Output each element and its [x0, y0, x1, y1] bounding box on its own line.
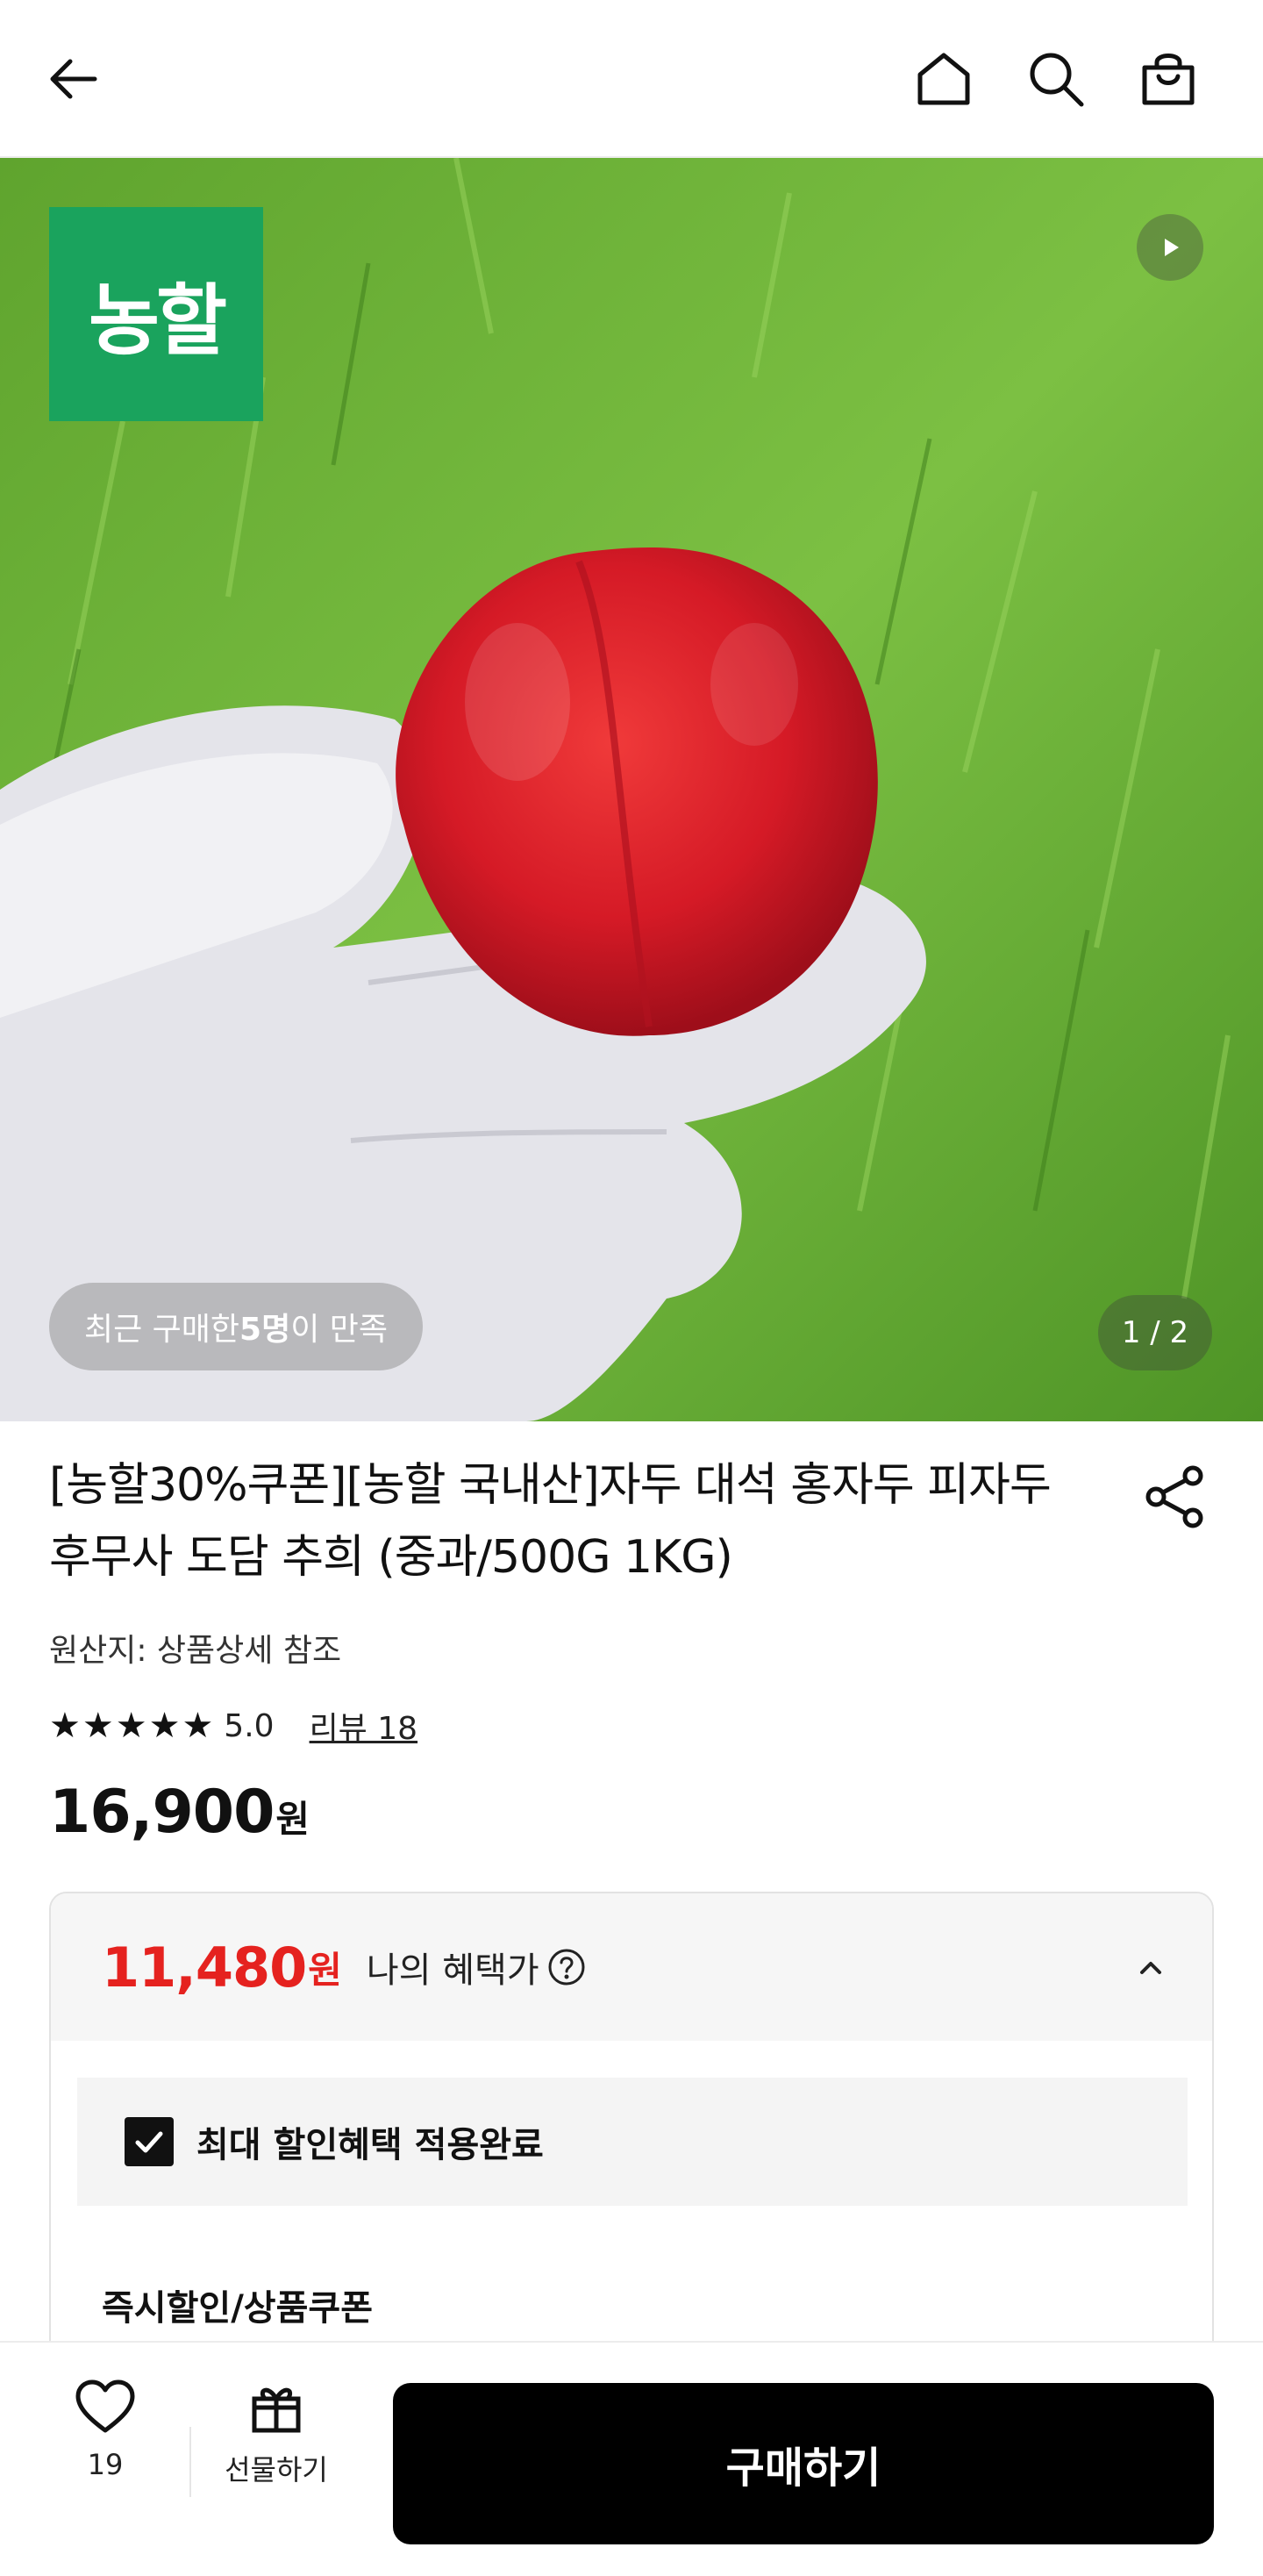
gift-label: 선물하기 — [225, 2453, 328, 2487]
share-icon — [1145, 1465, 1203, 1528]
instant-discount-heading: 즉시할인/상품쿠폰 — [102, 2288, 374, 2329]
image-pager: 1 / 2 — [1098, 1295, 1212, 1370]
bottom-action-bar: 19 선물하기 구매하기 — [0, 2341, 1263, 2576]
rating-stars: ★ ★ ★ ★ ★ — [49, 1708, 213, 1743]
top-navigation-bar — [0, 0, 1263, 158]
benefit-price: 11,480 — [102, 1935, 307, 2000]
star-icon: ★ — [115, 1706, 147, 1746]
rating-value: 5.0 — [224, 1707, 275, 1744]
applied-label: 최대 할인혜택 적용완료 — [196, 2125, 544, 2165]
search-button[interactable] — [1016, 39, 1096, 119]
heart-icon — [75, 2379, 135, 2433]
buy-button[interactable]: 구매하기 — [393, 2383, 1214, 2544]
cart-button[interactable] — [1128, 39, 1209, 119]
shopping-bag-icon — [1142, 54, 1195, 105]
wishlist-button[interactable]: 19 — [53, 2378, 158, 2509]
star-icon: ★ — [82, 1706, 114, 1746]
wishlist-count: 19 — [87, 2448, 124, 2481]
star-icon: ★ — [49, 1706, 81, 1746]
benefit-header[interactable]: 11,480 원 나의 혜택가 — [51, 1893, 1212, 2041]
price-value: 16,900 — [49, 1778, 275, 1847]
gift-icon — [252, 2387, 301, 2433]
help-icon[interactable] — [546, 1947, 587, 1987]
home-button[interactable] — [903, 39, 984, 119]
product-page: 농할 최근 구매한 5명 이 만족 1 / 2 [농할30%쿠폰][농할 국내산… — [0, 0, 1263, 2576]
checkmark-icon — [135, 2131, 163, 2153]
price-unit: 원 — [275, 1798, 310, 1841]
brand-logo-text: 농할 — [89, 275, 227, 366]
benefit-label: 나의 혜택가 — [366, 1950, 539, 1991]
satisfaction-badge: 최근 구매한 5명 이 만족 — [49, 1283, 424, 1370]
share-button[interactable] — [1138, 1460, 1212, 1534]
gift-button[interactable]: 선물하기 — [219, 2378, 333, 2509]
search-icon — [1030, 53, 1084, 107]
arrow-left-icon — [50, 59, 97, 99]
bottom-divider — [189, 2427, 191, 2497]
max-discount-applied: 최대 할인혜택 적용완료 — [77, 2078, 1188, 2206]
home-icon — [917, 53, 970, 105]
play-icon — [1165, 239, 1179, 256]
star-icon: ★ — [182, 1706, 214, 1746]
product-image-carousel[interactable]: 농할 최근 구매한 5명 이 만족 1 / 2 — [0, 158, 1263, 1421]
satisfaction-count: 5명 — [239, 1312, 291, 1348]
brand-logo: 농할 — [49, 207, 263, 421]
review-link[interactable]: 리뷰 18 — [310, 1703, 418, 1749]
satisfaction-prefix: 최근 구매한 — [84, 1312, 240, 1348]
star-icon: ★ — [148, 1706, 181, 1746]
chevron-up-icon[interactable] — [1130, 1946, 1172, 1988]
satisfaction-suffix: 이 만족 — [290, 1312, 389, 1348]
original-price: 16,900 원 — [49, 1778, 310, 1857]
product-title: [농할30%쿠폰][농할 국내산]자두 대석 홍자두 피자두 후무사 도담 추희… — [49, 1459, 1052, 1584]
benefit-price-unit: 원 — [308, 1948, 342, 1992]
video-play-button[interactable] — [1137, 214, 1203, 281]
back-button[interactable] — [33, 39, 114, 119]
rating-row: ★ ★ ★ ★ ★ 5.0 리뷰 18 — [49, 1704, 417, 1748]
origin-info: 원산지: 상품상세 참조 — [49, 1633, 342, 1669]
applied-checkbox[interactable] — [125, 2117, 174, 2166]
